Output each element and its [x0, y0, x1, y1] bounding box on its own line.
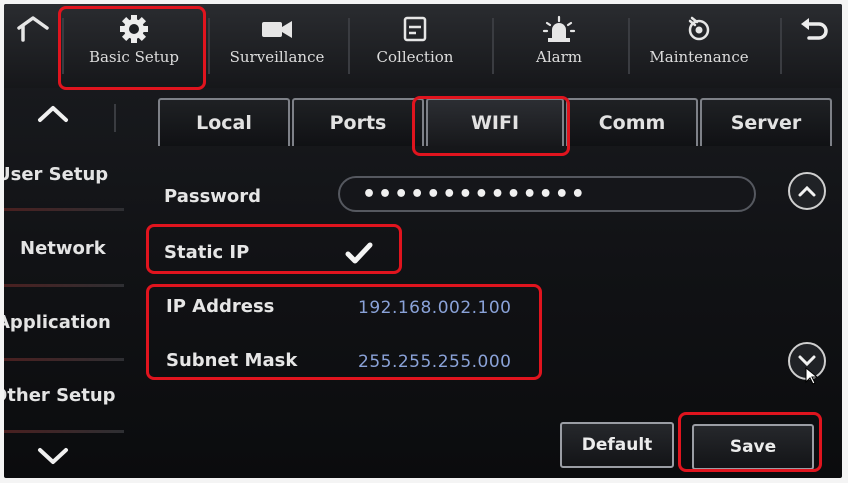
home-button[interactable] [8, 12, 58, 84]
sidebar-item-label: Network [20, 238, 106, 259]
nav-basic-setup[interactable]: Basic Setup [74, 12, 194, 84]
sidebar-item-other-setup[interactable]: Other Setup [4, 385, 116, 406]
chevron-up-icon [38, 106, 68, 122]
nav-maintenance-label: Maintenance [649, 48, 749, 66]
nav-maintenance[interactable]: Maintenance [634, 12, 764, 84]
chevron-up-icon [798, 185, 816, 197]
tab-label: Server [730, 112, 802, 134]
video-camera-icon [259, 12, 295, 46]
tab-wifi[interactable]: WIFI [426, 98, 564, 146]
back-button[interactable] [790, 12, 838, 84]
tab-label: Ports [329, 112, 387, 134]
nav-collection[interactable]: Collection [360, 12, 470, 84]
sidebar-scroll-up-button[interactable] [34, 102, 72, 130]
static-ip-label: Static IP [164, 242, 250, 263]
divider [628, 18, 630, 74]
chevron-down-icon [38, 448, 68, 464]
password-field[interactable]: •••••••••••••• [338, 176, 756, 212]
save-button-label: Save [729, 437, 777, 457]
divider [4, 358, 124, 361]
sidebar-item-network[interactable]: Network [20, 238, 142, 259]
sidebar-item-label: User Setup [4, 164, 109, 185]
nav-basic-setup-label: Basic Setup [88, 48, 180, 66]
tab-local[interactable]: Local [158, 98, 290, 146]
divider [208, 18, 210, 74]
ip-address-label: IP Address [166, 296, 275, 317]
nav-alarm-label: Alarm [536, 48, 582, 66]
back-arrow-icon [797, 12, 831, 46]
nav-surveillance-label: Surveillance [229, 48, 325, 66]
storage-icon [402, 12, 428, 46]
tab-ports[interactable]: Ports [292, 98, 424, 146]
tab-label: WIFI [470, 112, 520, 134]
nav-collection-label: Collection [376, 48, 454, 66]
scroll-up-button[interactable] [788, 172, 826, 210]
static-ip-checkbox[interactable] [344, 240, 374, 270]
subnet-mask-value[interactable]: 255.255.255.000 [358, 352, 512, 372]
tab-label: Comm [598, 112, 666, 134]
sidebar-item-user-setup[interactable]: User Setup [4, 164, 122, 185]
divider [62, 18, 64, 74]
divider [4, 208, 124, 211]
maintenance-icon [684, 12, 714, 46]
sidebar-scroll-down-button[interactable] [34, 444, 72, 472]
nav-alarm[interactable]: Alarm [514, 12, 604, 84]
dvr-screen: Basic Setup Surveillance Collection Alar… [4, 4, 842, 478]
divider [4, 284, 124, 287]
divider [492, 18, 494, 74]
home-icon [15, 12, 51, 46]
default-button-label: Default [581, 435, 653, 455]
ip-address-value[interactable]: 192.168.002.100 [358, 298, 512, 318]
default-button[interactable]: Default [560, 422, 674, 468]
divider [114, 104, 116, 132]
sidebar-item-label: Application [4, 312, 111, 333]
password-value: •••••••••••••• [362, 181, 587, 207]
alarm-siren-icon [542, 12, 576, 46]
top-navigation-bar: Basic Setup Surveillance Collection Alar… [4, 4, 842, 88]
nav-surveillance[interactable]: Surveillance [214, 12, 340, 84]
save-button[interactable]: Save [692, 424, 814, 470]
divider [348, 18, 350, 74]
sidebar-item-label: Other Setup [4, 385, 116, 406]
tab-label: Local [196, 112, 252, 134]
tab-server[interactable]: Server [700, 98, 832, 146]
mouse-cursor-icon [804, 366, 820, 390]
password-label: Password [164, 186, 262, 207]
gear-icon [119, 12, 149, 46]
divider [780, 18, 782, 74]
sidebar-item-application[interactable]: Application [4, 312, 116, 333]
subnet-mask-label: Subnet Mask [166, 350, 298, 371]
divider [4, 430, 124, 433]
tab-comm[interactable]: Comm [566, 98, 698, 146]
checkmark-icon [345, 242, 373, 264]
